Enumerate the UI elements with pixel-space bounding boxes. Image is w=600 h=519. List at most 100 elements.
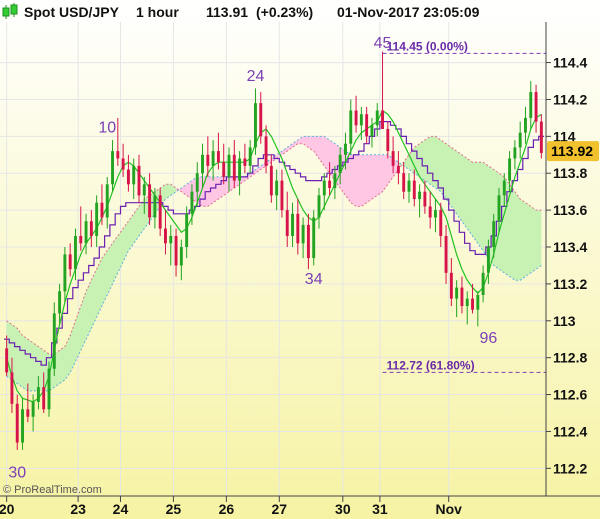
- candle-body: [508, 158, 512, 181]
- candle-body: [513, 147, 517, 159]
- y-tick-label: 113.6: [553, 202, 587, 218]
- candle-body: [132, 165, 136, 185]
- candle-body: [465, 298, 469, 307]
- candle-body: [190, 191, 194, 214]
- chart-header: Spot USD/JPY 1 hour 113.91 (+0.23%) 01-N…: [2, 3, 480, 20]
- candle-body: [264, 136, 268, 166]
- candle-body: [116, 151, 120, 159]
- wave-count-label: 10: [98, 120, 116, 137]
- candle-body: [26, 409, 30, 417]
- candle-body: [486, 247, 490, 273]
- candle-body: [121, 158, 125, 170]
- credit-text: © ProRealTime.com: [3, 484, 102, 496]
- candle-body: [31, 401, 35, 417]
- candle-body: [84, 221, 88, 244]
- candle-body: [375, 110, 379, 126]
- candle-body: [5, 348, 9, 373]
- candle-body: [142, 184, 146, 196]
- wave-count-label: 96: [480, 330, 498, 347]
- candle-body: [68, 254, 72, 270]
- candle-body: [36, 387, 40, 402]
- candle-body: [148, 184, 152, 218]
- x-tick-label: 23: [70, 501, 86, 517]
- fib-level-label: 114.45 (0.00%): [387, 39, 468, 53]
- candle-body: [10, 372, 14, 404]
- candle-body: [185, 213, 189, 248]
- timeframe-label: 1 hour: [136, 4, 179, 20]
- y-tick-label: 112.2: [553, 460, 587, 476]
- candle-body: [471, 298, 474, 310]
- candle-body: [444, 235, 448, 273]
- candle-body: [354, 110, 358, 126]
- candle-body: [312, 217, 316, 259]
- candle-body: [21, 409, 24, 443]
- x-tick-label: 26: [219, 501, 235, 517]
- candle-body: [195, 173, 199, 192]
- candle-body: [412, 180, 416, 200]
- x-tick-label: 30: [335, 501, 351, 517]
- last-price-badge: 113.92: [547, 141, 599, 162]
- candle-body: [105, 184, 109, 218]
- candle-body: [449, 272, 453, 299]
- candle-body: [359, 114, 363, 126]
- candle-body: [169, 235, 173, 244]
- candle-body: [344, 143, 347, 155]
- x-tick-label: 27: [272, 501, 288, 517]
- x-tick-label: Nov: [435, 501, 462, 517]
- candle-body: [534, 92, 538, 122]
- candle-body: [227, 154, 231, 177]
- wave-count-label: 34: [305, 271, 323, 288]
- candle-body: [89, 221, 93, 236]
- y-tick-label: 113.8: [553, 165, 587, 181]
- candle-body: [402, 173, 406, 192]
- price-change: (+0.23%): [256, 4, 313, 20]
- timestamp: 01-Nov-2017 23:05:09: [337, 4, 480, 20]
- candle-body: [333, 173, 337, 188]
- candle-body: [259, 103, 263, 137]
- candle-body: [58, 291, 62, 314]
- candle-body: [328, 180, 332, 188]
- candle-body: [365, 114, 369, 137]
- candle-body: [524, 117, 527, 133]
- candle-body: [269, 165, 273, 196]
- candle-body: [418, 191, 422, 200]
- candle-body: [275, 180, 279, 196]
- candle-body: [386, 128, 390, 152]
- y-tick-label: 112.6: [553, 387, 587, 403]
- candle-body: [153, 195, 157, 218]
- candle-body: [42, 387, 46, 410]
- candle-body: [381, 110, 384, 129]
- candle-body: [164, 228, 167, 244]
- candle-body: [95, 202, 99, 236]
- candle-body: [497, 195, 501, 222]
- instrument-title: Spot USD/JPY: [24, 4, 120, 20]
- candle-body: [201, 154, 204, 174]
- x-tick-label: 31: [372, 501, 388, 517]
- candle-body: [338, 154, 342, 174]
- candle-body: [322, 180, 326, 196]
- candle-body: [460, 287, 464, 307]
- candle-body: [74, 235, 77, 270]
- candle-body: [179, 247, 183, 266]
- y-tick-label: 114.4: [553, 55, 587, 71]
- wave-count-label: 30: [8, 465, 26, 482]
- candle-body: [529, 92, 533, 118]
- candle-body: [301, 224, 305, 244]
- candle-body: [206, 154, 210, 166]
- candle-body: [391, 151, 395, 166]
- candle-body: [63, 254, 67, 292]
- candle-body: [407, 180, 411, 192]
- candle-body: [137, 165, 141, 196]
- candle-body: [439, 210, 443, 236]
- candle-body: [317, 195, 321, 218]
- candle-body: [428, 206, 432, 218]
- y-tick-label: 112.4: [553, 423, 587, 439]
- y-tick-label: 112.8: [553, 350, 587, 366]
- candle-body: [285, 210, 289, 236]
- price-chart[interactable]: Spot USD/JPY 1 hour 113.91 (+0.23%) 01-N…: [0, 0, 600, 519]
- candle-body: [492, 221, 496, 248]
- candle-body: [174, 235, 178, 266]
- candle-body: [100, 202, 104, 218]
- candle-body: [434, 210, 437, 218]
- candle-body: [306, 224, 310, 259]
